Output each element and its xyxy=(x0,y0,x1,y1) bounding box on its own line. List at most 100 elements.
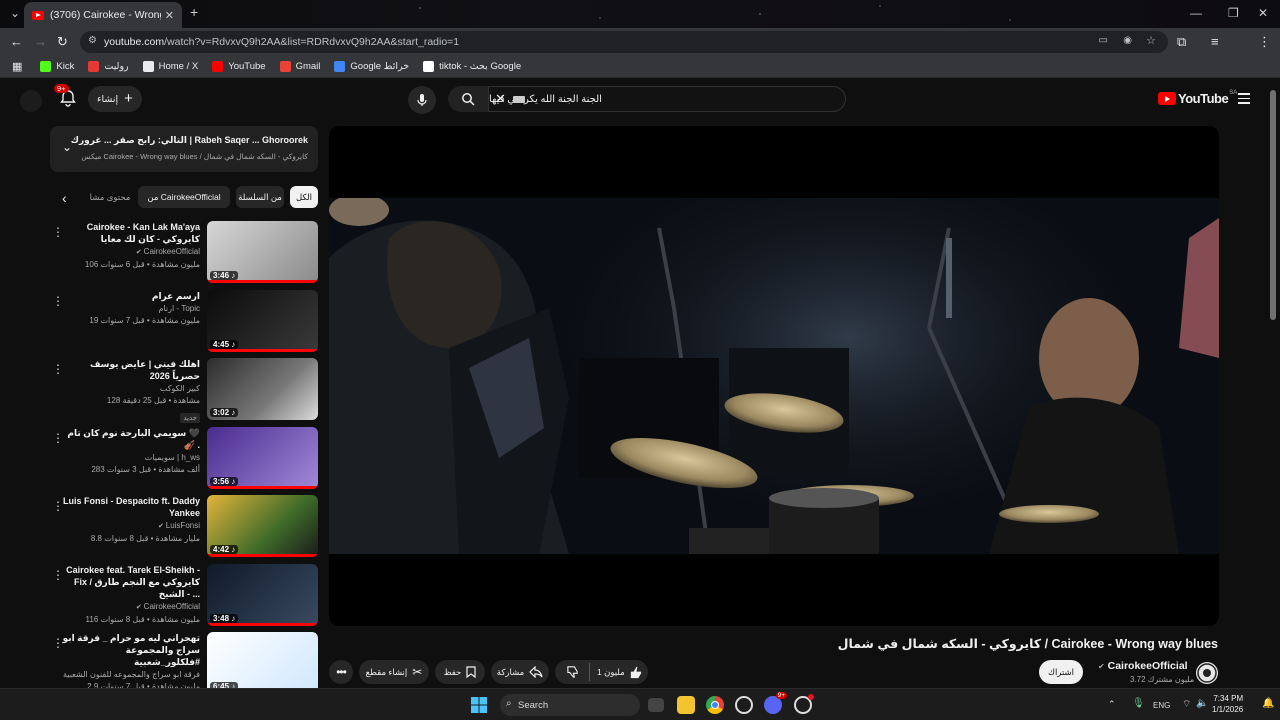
task-view-icon[interactable] xyxy=(648,698,664,712)
playlist-item-meta: Luis Fonsi - Despacito ft. Daddy Yankee ✔… xyxy=(62,495,200,545)
discord-icon[interactable]: 9+ xyxy=(764,692,787,714)
volume-icon[interactable]: 🔈 xyxy=(1196,698,1208,709)
bookmark-label: Home / X xyxy=(158,61,199,72)
tab-close-icon[interactable]: ✕ xyxy=(165,9,174,22)
notifications-button[interactable]: 9+ xyxy=(54,84,78,108)
search-input[interactable]: الجنة الجنة الله يكرمني فيها ✕ xyxy=(488,86,846,112)
extensions-icon[interactable]: ⧉ xyxy=(1177,34,1186,50)
share-button[interactable]: مشاركة xyxy=(491,660,549,684)
playlist-item-thumbnail[interactable]: 6:45 ♪ xyxy=(207,632,318,694)
reload-icon[interactable]: ↻ xyxy=(57,34,68,50)
tab-search-icon[interactable]: ⌄ xyxy=(10,6,20,20)
site-info-icon[interactable]: ⚙ xyxy=(88,35,97,46)
minimize-icon[interactable]: — xyxy=(1190,6,1202,20)
wifi-icon[interactable]: ⌔ xyxy=(1182,698,1191,711)
taskbar-search[interactable]: ⌕ Search xyxy=(500,694,640,716)
playlist-item-meta: Cairokee - Kan Lak Ma'aya كايروكي - كان … xyxy=(62,221,200,271)
playlist-item-meta: اهلك فيني | عايض يوسف حصرياً 2026 كبير ال… xyxy=(62,358,200,425)
voice-search-button[interactable] xyxy=(408,86,436,114)
dislike-button[interactable] xyxy=(566,665,579,680)
save-button[interactable]: حفظ xyxy=(435,660,485,684)
notification-center-icon[interactable]: 🔔 xyxy=(1262,698,1274,709)
bookmark-item[interactable]: Home / X xyxy=(142,61,199,72)
close-window-icon[interactable]: ✕ xyxy=(1258,6,1268,20)
playlist-item[interactable]: ⋮ سويمي البارحة نوم كان تام 🖤🎻 . سويميات |… xyxy=(50,427,318,491)
youtube-logo[interactable]: YouTube SA xyxy=(1158,90,1237,106)
playlist-item-thumbnail[interactable]: 4:42 ♪ xyxy=(207,495,318,557)
channel-name[interactable]: ✔ CairokeeOfficial xyxy=(1098,660,1188,672)
bookmark-item[interactable]: Kick xyxy=(40,61,74,72)
like-button[interactable]: 1 مليون xyxy=(597,666,642,679)
restore-icon[interactable]: ❐ xyxy=(1228,6,1239,20)
back-arrow-icon[interactable]: ← xyxy=(10,34,23,49)
more-actions-button[interactable]: ••• xyxy=(329,660,353,684)
playlist-item-thumbnail[interactable]: 3:48 ♪ xyxy=(207,564,318,626)
playlist-item-title: Cairokee feat. Tarek El-Sheikh - Fix / ك… xyxy=(66,565,200,599)
forward-arrow-icon[interactable]: → xyxy=(34,34,47,49)
playlist-item-thumbnail[interactable]: 3:02 ♪ xyxy=(207,358,318,420)
install-app-icon[interactable]: ▭ xyxy=(1099,35,1108,46)
menu-kebab-icon[interactable]: ⋮ xyxy=(1258,34,1271,50)
page-scrollbar[interactable] xyxy=(1270,90,1276,320)
file-explorer-icon[interactable] xyxy=(677,696,695,714)
playlist-item[interactable]: ⋮ Luis Fonsi - Despacito ft. Daddy Yankee… xyxy=(50,495,318,559)
browser-tab-active[interactable]: (3706) Cairokee - Wrong way blues ✕ xyxy=(24,2,182,28)
playlist-item[interactable]: ⋮ Cairokee feat. Tarek El-Sheikh - Fix / … xyxy=(50,564,318,628)
playlist-item[interactable]: ⋮ Cairokee - Kan Lak Ma'aya كايروكي - كان… xyxy=(50,221,318,285)
create-button[interactable]: إنشاء + xyxy=(88,86,142,112)
playlist-item-thumbnail[interactable]: 3:46 ♪ xyxy=(207,221,318,283)
clock-date: 1/1/2026 xyxy=(1212,705,1244,714)
next-up-panel[interactable]: ⌄ التالي: رابح صقر ... غرورك | Rabeh Saq… xyxy=(50,126,318,172)
playlist-item-channel: كبير الكوكب xyxy=(62,382,200,395)
search-button[interactable] xyxy=(448,86,488,112)
bookmark-star-icon[interactable]: ☆ xyxy=(1146,34,1156,47)
clear-search-icon[interactable]: ✕ xyxy=(495,91,506,107)
discord-badge: 9+ xyxy=(775,692,787,699)
bookmark-item[interactable]: روليت xyxy=(88,61,129,72)
chevron-left-icon[interactable]: ‹ xyxy=(62,190,67,206)
clock[interactable]: 7:34 PM 1/1/2026 xyxy=(1212,693,1243,715)
capture-app-icon[interactable] xyxy=(735,696,753,714)
playlist-item[interactable]: ⋮ اهلك فيني | عايض يوسف حصرياً 2026 كبير ا… xyxy=(50,358,318,425)
search-query: الجنة الجنة الله يكرمني فيها xyxy=(489,93,602,105)
language-indicator[interactable]: ENG xyxy=(1153,701,1170,710)
playlist-item-channel: ✔ CairokeeOfficial xyxy=(62,600,200,614)
new-tab-button[interactable]: + xyxy=(190,4,198,20)
channel-avatar[interactable] xyxy=(1196,662,1218,684)
bookmark-item[interactable]: tiktok - بحث Google xyxy=(423,61,521,72)
playlist-item[interactable]: ⋮ تهجراني ليه مو حرام _ فرقة ابو سراج وال… xyxy=(50,632,318,696)
bookmark-label: روليت xyxy=(104,61,129,72)
apps-grid-icon[interactable]: ▦ xyxy=(12,60,22,73)
bookmark-favicon-icon xyxy=(40,61,52,72)
tray-overflow-icon[interactable]: ⌃ xyxy=(1108,699,1116,710)
create-label: إنشاء xyxy=(97,93,119,105)
bookmark-item[interactable]: YouTube xyxy=(212,61,266,72)
clip-button[interactable]: إنشاء مقطع ✂ xyxy=(359,660,429,684)
settings-app-icon[interactable] xyxy=(794,694,814,714)
reading-list-icon[interactable]: ≡ xyxy=(1211,34,1219,49)
playlist-item-thumbnail[interactable]: 3:56 ♪ xyxy=(207,427,318,489)
watched-progress-bar xyxy=(207,623,318,626)
subscribe-button[interactable]: اشتراك xyxy=(1039,660,1083,684)
playlist-item-channel-name: CairokeeOfficial xyxy=(143,602,200,611)
tracking-icon[interactable]: ◉ xyxy=(1123,35,1132,46)
microphone-tray-icon[interactable]: 🎙 xyxy=(1132,698,1145,709)
chip-all[interactable]: الكل xyxy=(290,186,318,208)
playlist-item-thumbnail[interactable]: 4:45 ♪ xyxy=(207,290,318,352)
chip-from-channel[interactable]: من CairokeeOfficial xyxy=(138,186,230,208)
guide-menu-icon[interactable] xyxy=(1238,93,1250,107)
playlist-item[interactable]: ⋮ ارسم عرام ارنام - Topic 19 مليون مشاهدة •… xyxy=(50,290,318,354)
bookmark-item[interactable]: Gmail xyxy=(279,61,320,72)
chip-from-series[interactable]: من السلسلة xyxy=(236,186,284,208)
video-player[interactable] xyxy=(329,126,1219,626)
address-bar[interactable]: youtube.com/watch?v=RdvxvQ9h2AA&list=RDR… xyxy=(80,31,1168,53)
keyboard-icon[interactable] xyxy=(513,96,525,103)
bookmark-item[interactable]: Google خرائط xyxy=(334,61,409,72)
playlist-item-title: تهجراني ليه مو حرام _ فرقة ابو سراج والم… xyxy=(62,633,200,667)
chip-similar[interactable]: محتوى مشا xyxy=(86,186,134,208)
chrome-icon[interactable] xyxy=(706,696,724,714)
bookmark-label: YouTube xyxy=(228,61,266,72)
account-avatar[interactable] xyxy=(20,90,42,112)
verified-icon: ✔ xyxy=(157,523,166,530)
windows-start-icon[interactable] xyxy=(470,696,488,714)
